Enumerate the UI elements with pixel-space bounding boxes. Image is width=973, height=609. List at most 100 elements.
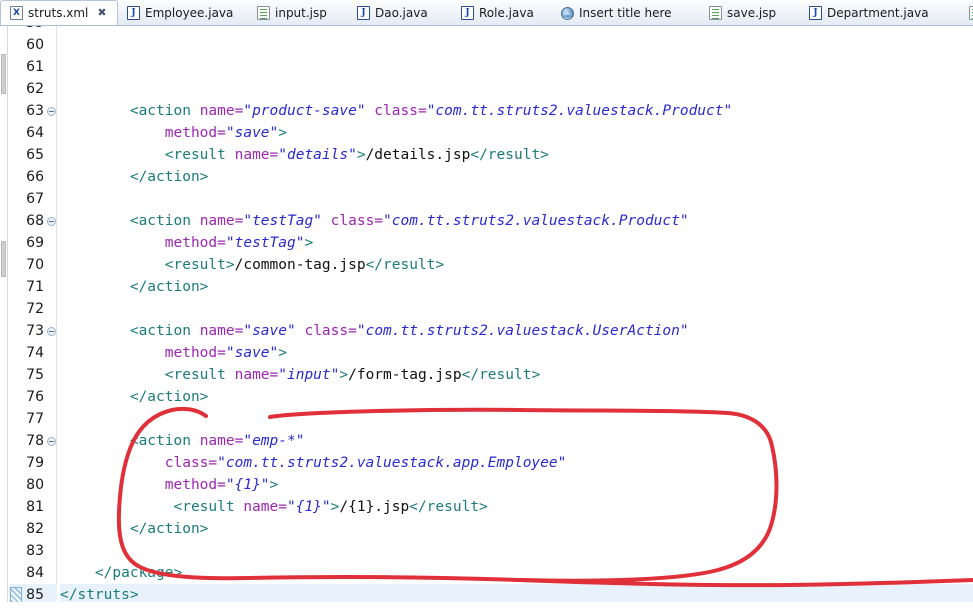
line-number-gutter[interactable]: 59 60 61 62 63 64 65 66 67 68 69 70 71 72 73 74 75 76 77 78… <box>9 26 57 609</box>
code-token-at: class= <box>374 103 427 119</box>
gutter-row[interactable]: 79 <box>9 452 57 474</box>
gutter-row[interactable]: 64 <box>9 122 57 144</box>
editor-tab-employee-java[interactable]: Employee.java <box>118 0 248 25</box>
fold-collapse-icon[interactable] <box>47 437 56 446</box>
gutter-row[interactable]: 62 <box>9 78 57 100</box>
editor-tab-save-jsp[interactable]: save.jsp <box>700 0 800 25</box>
code-line[interactable]: <action name="product-save" class="com.t… <box>60 100 973 122</box>
gutter-row[interactable]: 82 <box>9 518 57 540</box>
tab-label: Dao.java <box>375 6 428 20</box>
xml-file-icon <box>10 6 23 20</box>
code-token-vl: "testTag" <box>225 235 305 251</box>
code-line[interactable]: </action> <box>60 386 973 408</box>
code-line[interactable]: </action> <box>60 276 973 298</box>
code-token-tg: <result> <box>60 257 235 273</box>
code-line[interactable] <box>60 408 973 430</box>
line-number: 70 <box>26 257 44 273</box>
code-token-tg <box>60 235 165 251</box>
gutter-row[interactable]: 78 <box>9 430 57 452</box>
code-text-area[interactable]: <action name="product-save" class="com.t… <box>60 26 973 609</box>
code-token-tg: </action> <box>60 389 209 405</box>
code-line[interactable]: <result>/common-tag.jsp</result> <box>60 254 973 276</box>
code-line[interactable]: method="save"> <box>60 122 973 144</box>
tab-label: save.jsp <box>727 6 777 20</box>
code-line[interactable]: <action name="emp-*" <box>60 430 973 452</box>
editor-tab-inde[interactable]: inde <box>960 0 973 25</box>
code-token-tg: </result> <box>470 147 549 163</box>
gutter-row[interactable]: 60 <box>9 34 57 56</box>
line-number: 67 <box>26 191 44 207</box>
code-token-tg: <result <box>60 499 244 515</box>
line-number: 73 <box>26 323 44 339</box>
code-line[interactable] <box>60 540 973 562</box>
editor-tab-dao-java[interactable]: Dao.java <box>348 0 452 25</box>
gutter-row[interactable]: 63 <box>9 100 57 122</box>
code-line[interactable]: </action> <box>60 166 973 188</box>
code-token-at: class= <box>164 455 218 471</box>
code-token-tx: /common-tag.jsp <box>234 257 366 273</box>
code-line[interactable]: method="{1}"> <box>60 474 973 496</box>
code-token-at: method= <box>164 477 226 493</box>
gutter-row[interactable]: 84 <box>9 562 57 584</box>
code-line[interactable]: method="testTag"> <box>60 232 973 254</box>
close-icon[interactable]: ✖ <box>97 0 106 25</box>
line-number: 77 <box>26 411 44 427</box>
editor-tab-struts-xml[interactable]: struts.xml ✖ <box>0 0 118 25</box>
code-line[interactable]: <result name="{1}">/{1}.jsp</result> <box>60 496 973 518</box>
gutter-row[interactable]: 61 <box>9 56 57 78</box>
gutter-row[interactable]: 76 <box>9 386 57 408</box>
code-line[interactable]: </action> <box>60 518 973 540</box>
editor-area: 59 60 61 62 63 64 65 66 67 68 69 70 71 72 73 74 75 76 77 78… <box>0 26 973 609</box>
gutter-row[interactable]: 83 <box>9 540 57 562</box>
editor-tab-role-java[interactable]: Role.java <box>452 0 552 25</box>
code-line[interactable]: <result name="details">/details.jsp</res… <box>60 144 973 166</box>
code-line[interactable] <box>60 78 973 100</box>
code-token-vl: "save" <box>225 345 279 361</box>
editor-tab-department-java[interactable]: Department.java <box>800 0 960 25</box>
code-token-tx: /{1}.jsp <box>339 499 410 515</box>
gutter-row[interactable]: 77 <box>9 408 57 430</box>
editor-tab-input-jsp[interactable]: input.jsp <box>248 0 348 25</box>
gutter-row[interactable]: 81 <box>9 496 57 518</box>
fold-collapse-icon[interactable] <box>47 107 56 116</box>
gutter-row[interactable]: 74 <box>9 342 57 364</box>
gutter-row[interactable]: 75 <box>9 364 57 386</box>
code-line[interactable]: class="com.tt.struts2.valuestack.app.Emp… <box>60 452 973 474</box>
code-token-tx: /form-tag.jsp <box>348 367 462 383</box>
gutter-row[interactable]: 67 <box>9 188 57 210</box>
editor-tab-insert-title-here[interactable]: Insert title here <box>552 0 700 25</box>
code-token-tg: </result> <box>409 499 488 515</box>
code-token-at: name= <box>199 103 244 119</box>
code-line[interactable]: <result name="input">/form-tag.jsp</resu… <box>60 364 973 386</box>
code-line-text: </action> <box>60 518 973 540</box>
code-line[interactable] <box>60 298 973 320</box>
code-line-text: <action name="testTag" class="com.tt.str… <box>60 210 973 232</box>
gutter-row[interactable]: 72 <box>9 298 57 320</box>
tab-label: input.jsp <box>275 6 327 20</box>
code-line[interactable]: </package> <box>60 562 973 584</box>
fold-collapse-icon[interactable] <box>47 327 56 336</box>
code-line[interactable] <box>60 26 973 34</box>
gutter-row[interactable]: 65 <box>9 144 57 166</box>
code-line[interactable]: <action name="save" class="com.tt.struts… <box>60 320 973 342</box>
gutter-row[interactable]: 69 <box>9 232 57 254</box>
code-line[interactable] <box>60 56 973 78</box>
gutter-row[interactable]: 59 <box>9 26 57 34</box>
gutter-row[interactable]: 80 <box>9 474 57 496</box>
code-line[interactable]: <action name="testTag" class="com.tt.str… <box>60 210 973 232</box>
code-token-vl: "com.tt.struts2.valuestack.Product" <box>426 103 733 119</box>
tab-label: Employee.java <box>145 6 234 20</box>
code-line-text: <action name="emp-*" <box>60 430 973 452</box>
gutter-row[interactable]: 73 <box>9 320 57 342</box>
code-line[interactable]: method="save"> <box>60 342 973 364</box>
gutter-row[interactable]: 66 <box>9 166 57 188</box>
code-token-tg: > <box>339 367 349 383</box>
fold-collapse-icon[interactable] <box>47 217 56 226</box>
code-token-tg: </struts> <box>60 587 139 603</box>
gutter-row[interactable]: 68 <box>9 210 57 232</box>
code-line[interactable] <box>60 188 973 210</box>
gutter-row[interactable]: 71 <box>9 276 57 298</box>
code-line[interactable] <box>60 34 973 56</box>
gutter-row[interactable]: 70 <box>9 254 57 276</box>
line-number: 69 <box>26 235 44 251</box>
